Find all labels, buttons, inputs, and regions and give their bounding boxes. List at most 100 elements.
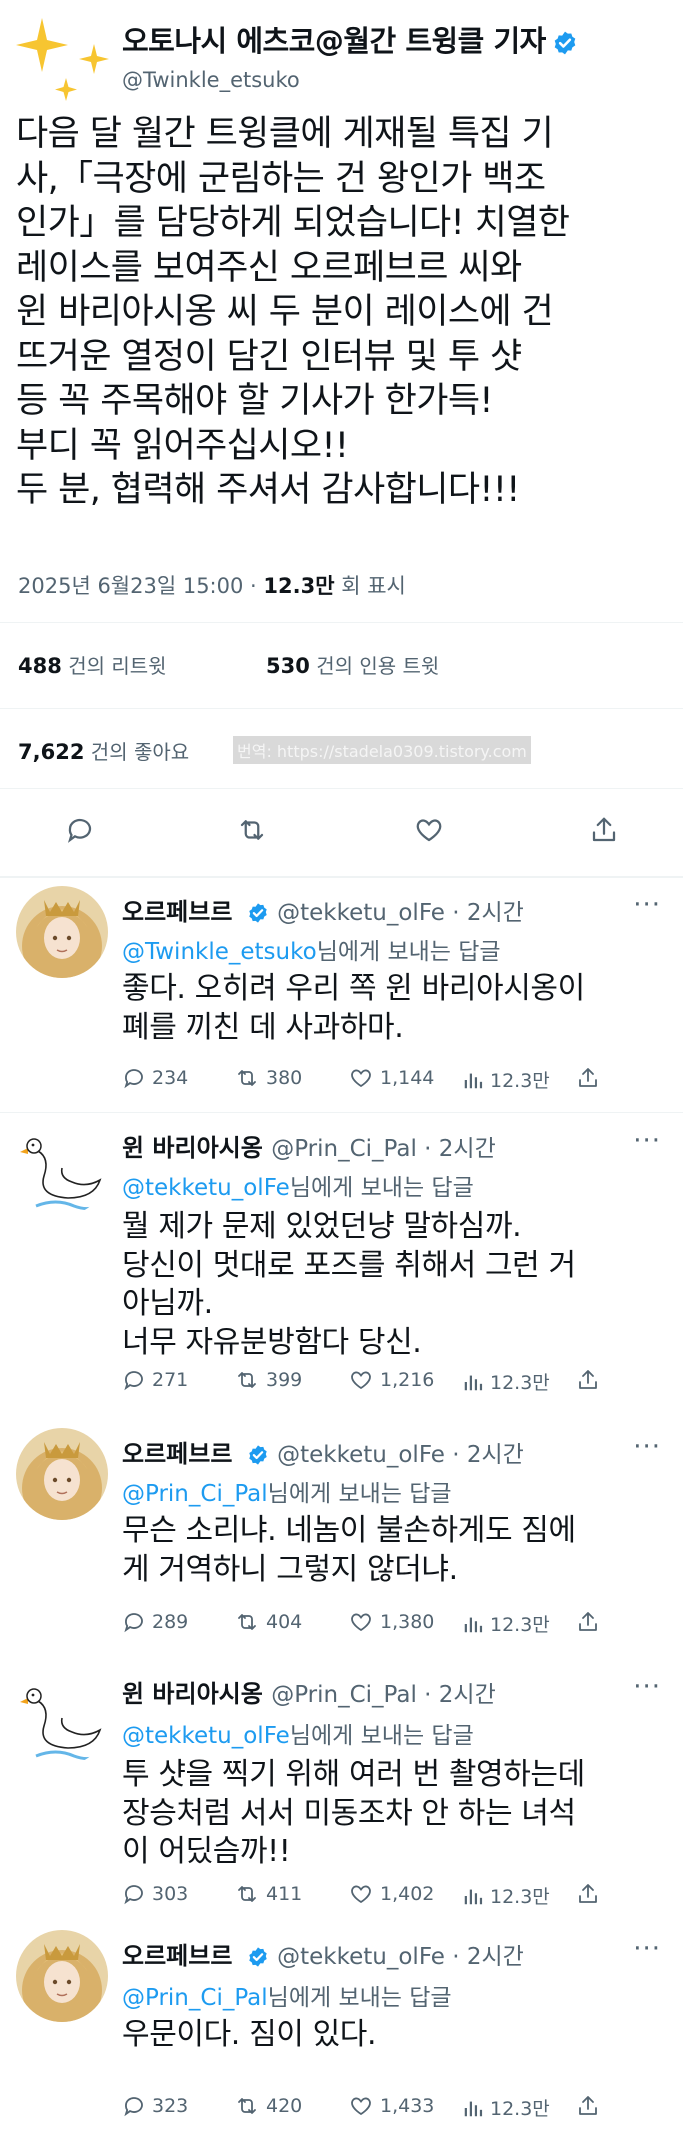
mention-link[interactable]: @tekketu_olFe <box>122 1175 290 1201</box>
like-button[interactable]: 1,402 <box>348 1882 434 1906</box>
share-button[interactable] <box>576 1368 600 1392</box>
gold-haired-horse-girl-icon <box>16 886 108 978</box>
reply-line: 폐를 끼친 데 사과하마. <box>122 1009 404 1045</box>
like-button[interactable]: 1,433 <box>348 2094 434 2118</box>
reply-tweet[interactable]: 오르페브르 @tekketu_olFe · 2시간 ··· @Prin_Ci_P… <box>0 1414 683 1638</box>
view-count: 12.3만 <box>490 1614 550 1636</box>
reply-tweet[interactable]: 오르페브르 @tekketu_olFe · 2시간 ··· @Twinkle_e… <box>0 878 683 1114</box>
reply-line: 무슨 소리냐. 네놈이 불손하게도 짐에 <box>122 1513 576 1548</box>
retweet-button[interactable] <box>232 810 272 850</box>
tweet-line: 인가」를 담당하게 되었습니다! 치열한 <box>16 203 570 243</box>
tweet-meta: 2025년 6월23일 15:00 · 12.3만 회 표시 <box>18 570 406 600</box>
comment-icon <box>124 1885 143 1905</box>
reply-button[interactable]: 303 <box>122 1882 188 1906</box>
reply-author[interactable]: 오르페브르 @tekketu_olFe · 2시간 <box>122 1936 524 1971</box>
tweet-datetime[interactable]: 2025년 6월23일 15:00 · <box>18 574 257 598</box>
more-options-icon[interactable]: ··· <box>633 1672 661 1702</box>
retweet-button[interactable]: 380 <box>234 1066 302 1090</box>
retweet-button[interactable]: 411 <box>234 1882 302 1906</box>
share-button[interactable] <box>576 1066 600 1090</box>
views-button[interactable]: 12.3만 <box>462 1368 550 1395</box>
share-button[interactable] <box>576 1882 600 1906</box>
like-stat[interactable]: 7,622 건의 좋아요 <box>18 736 189 765</box>
reply-line: 이 어딨슴까!! <box>122 1834 291 1869</box>
reply-button[interactable] <box>60 810 100 850</box>
quote-stat[interactable]: 530 건의 인용 트윗 <box>266 650 439 679</box>
like-count: 1,433 <box>380 2095 435 2117</box>
views-chart-icon <box>464 1073 483 1088</box>
reply-author-name[interactable]: 윈 바리아시옹 <box>122 1134 263 1162</box>
like-button[interactable]: 1,144 <box>348 1066 434 1090</box>
like-button[interactable] <box>409 810 449 850</box>
like-button[interactable]: 1,380 <box>348 1610 434 1634</box>
views-button[interactable]: 12.3만 <box>462 1066 550 1093</box>
share-icon <box>579 1370 597 1389</box>
avatar[interactable] <box>16 1428 108 1520</box>
reply-body: 투 샷을 찍기 위해 여러 번 촬영하는데 장승처럼 서서 미동조차 안 하는 … <box>122 1756 662 1872</box>
reply-author-name[interactable]: 오르페브르 <box>122 1440 232 1468</box>
reply-author[interactable]: 오르페브르 @tekketu_olFe · 2시간 <box>122 1434 524 1469</box>
reply-handle[interactable]: @Prin_Ci_Pal · 2시간 <box>271 1136 496 1162</box>
avatar[interactable] <box>16 1124 108 1216</box>
reply-actions: 234 380 1,144 12.3만 <box>122 1066 662 1096</box>
more-options-icon[interactable]: ··· <box>633 1934 661 1964</box>
views-button[interactable]: 12.3만 <box>462 1610 550 1637</box>
share-button[interactable] <box>576 2094 600 2118</box>
reply-author-name[interactable]: 오르페브르 <box>122 1942 232 1970</box>
comment-count: 234 <box>152 1067 189 1089</box>
like-count: 1,216 <box>380 1369 435 1391</box>
reply-button[interactable]: 234 <box>122 1066 188 1090</box>
sparkle-avatar-icon[interactable] <box>10 14 122 104</box>
reply-button[interactable]: 271 <box>122 1368 188 1392</box>
reply-handle[interactable]: @Prin_Ci_Pal · 2시간 <box>271 1682 496 1708</box>
retweet-icon <box>238 1070 256 1086</box>
like-label: 건의 좋아요 <box>90 740 190 764</box>
tweet-line: 사,「극장에 군림하는 건 왕인가 백조 <box>16 158 546 199</box>
retweet-button[interactable]: 399 <box>234 1368 302 1392</box>
replying-to: @Prin_Ci_Pal님에게 보내는 답글 <box>122 1474 452 1508</box>
avatar[interactable] <box>16 886 108 978</box>
reply-author-name[interactable]: 윈 바리아시옹 <box>122 1680 263 1708</box>
reply-tweet[interactable]: 윈 바리아시옹 @Prin_Ci_Pal · 2시간 ··· @tekketu_… <box>0 1660 683 1918</box>
verified-badge-icon <box>554 31 576 55</box>
views-chart-icon <box>464 2101 483 2116</box>
reply-line: 게 거역하니 그렇지 않더냐. <box>122 1551 458 1587</box>
more-options-icon[interactable]: ··· <box>633 1126 661 1156</box>
reply-author[interactable]: 윈 바리아시옹 @Prin_Ci_Pal · 2시간 <box>122 1674 496 1709</box>
more-options-icon[interactable]: ··· <box>633 890 661 920</box>
retweet-button[interactable]: 404 <box>234 1610 302 1634</box>
reply-tweet[interactable]: 오르페브르 @tekketu_olFe · 2시간 ··· @Prin_Ci_P… <box>0 1920 683 2131</box>
reply-button[interactable]: 289 <box>122 1610 188 1634</box>
retweet-icon <box>238 2098 256 2114</box>
mention-link[interactable]: @tekketu_olFe <box>122 1723 290 1749</box>
reply-line: 장승처럼 서서 미동조차 안 하는 녀석 <box>122 1795 576 1831</box>
views-button[interactable]: 12.3만 <box>462 2094 550 2121</box>
avatar[interactable] <box>16 1930 108 2022</box>
reply-actions: 323 420 1,433 12.3만 <box>122 2094 662 2124</box>
reply-author[interactable]: 윈 바리아시옹 @Prin_Ci_Pal · 2시간 <box>122 1128 496 1163</box>
share-icon <box>579 2096 597 2115</box>
reply-author[interactable]: 오르페브르 @tekketu_olFe · 2시간 <box>122 892 524 927</box>
author-handle[interactable]: @Twinkle_etsuko <box>122 68 300 92</box>
more-options-icon[interactable]: ··· <box>633 1432 661 1462</box>
avatar[interactable] <box>16 1674 108 1766</box>
reply-line: 우문이다. 짐이 있다. <box>122 2017 377 2052</box>
retweet-stat[interactable]: 488 건의 리트윗 <box>18 650 167 679</box>
author-name-text[interactable]: 오토나시 에츠코@월간 트윙클 기자 <box>122 24 546 58</box>
like-button[interactable]: 1,216 <box>348 1368 434 1392</box>
mention-link[interactable]: @Prin_Ci_Pal <box>122 1481 268 1507</box>
share-button[interactable] <box>584 810 624 850</box>
reply-tweet[interactable]: 윈 바리아시옹 @Prin_Ci_Pal · 2시간 ··· @tekketu_… <box>0 1114 683 1395</box>
author-name[interactable]: 오토나시 에츠코@월간 트윙클 기자 <box>122 18 578 60</box>
mention-link[interactable]: @Twinkle_etsuko <box>122 939 317 965</box>
reply-handle[interactable]: @tekketu_olFe · 2시간 <box>277 1944 524 1970</box>
retweet-button[interactable]: 420 <box>234 2094 302 2118</box>
reply-author-name[interactable]: 오르페브르 <box>122 898 232 926</box>
reply-button[interactable]: 323 <box>122 2094 188 2118</box>
comment-icon <box>124 2097 143 2117</box>
share-button[interactable] <box>576 1610 600 1634</box>
reply-handle[interactable]: @tekketu_olFe · 2시간 <box>277 1442 524 1468</box>
views-button[interactable]: 12.3만 <box>462 1882 550 1909</box>
reply-handle[interactable]: @tekketu_olFe · 2시간 <box>277 900 524 926</box>
mention-link[interactable]: @Prin_Ci_Pal <box>122 1985 268 2011</box>
